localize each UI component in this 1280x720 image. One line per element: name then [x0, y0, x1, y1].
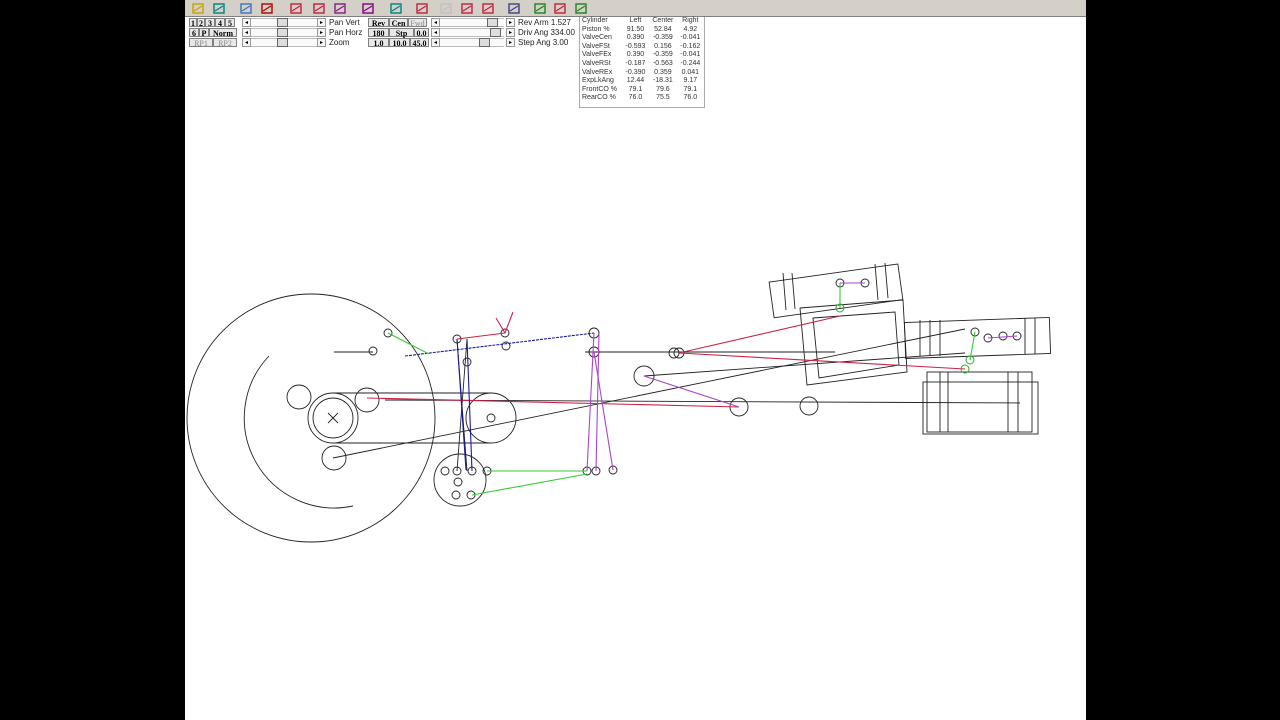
- crosshead-pin-b: [799, 396, 819, 416]
- lower-pin-f: [451, 490, 461, 500]
- crank-pin: [368, 346, 378, 356]
- red-link-d: [456, 332, 506, 340]
- counterweight-pin: [286, 384, 312, 410]
- lower-pin-a: [440, 466, 450, 476]
- purple-link-e: [987, 335, 1018, 339]
- purple-link-b: [595, 332, 600, 472]
- green-link-a: [387, 332, 430, 355]
- crank-boss: [354, 387, 380, 413]
- red-lift-a: [504, 311, 514, 334]
- center-cylinder-body: [926, 371, 1033, 433]
- wheel-inner-arc: [243, 355, 354, 509]
- valve-gear-drawing: [186, 262, 1052, 543]
- red-link-a: [366, 397, 740, 408]
- red-link-b: [678, 352, 966, 370]
- left-cylinder-flange-c: [874, 263, 879, 301]
- application-window: 1 2 3 4 5 6 P Norm RP1 RP2 ◂ ▸ Pan Vert …: [185, 0, 1086, 720]
- red-lift-b: [495, 317, 506, 334]
- left-cylinder-flange-a: [782, 272, 787, 311]
- eccentric-pin-small: [486, 413, 496, 423]
- main-rod: [332, 328, 966, 459]
- blue-link-a: [404, 332, 595, 357]
- lower-crank: [433, 453, 487, 507]
- purple-link-a: [586, 332, 595, 472]
- right-cylinder-body: [903, 316, 1052, 359]
- green-link-c: [471, 473, 588, 496]
- lower-pin-e: [453, 477, 463, 487]
- left-cylinder-flange-d: [884, 262, 889, 299]
- gear-pin-e: [998, 331, 1008, 341]
- hanger-pin: [462, 357, 472, 367]
